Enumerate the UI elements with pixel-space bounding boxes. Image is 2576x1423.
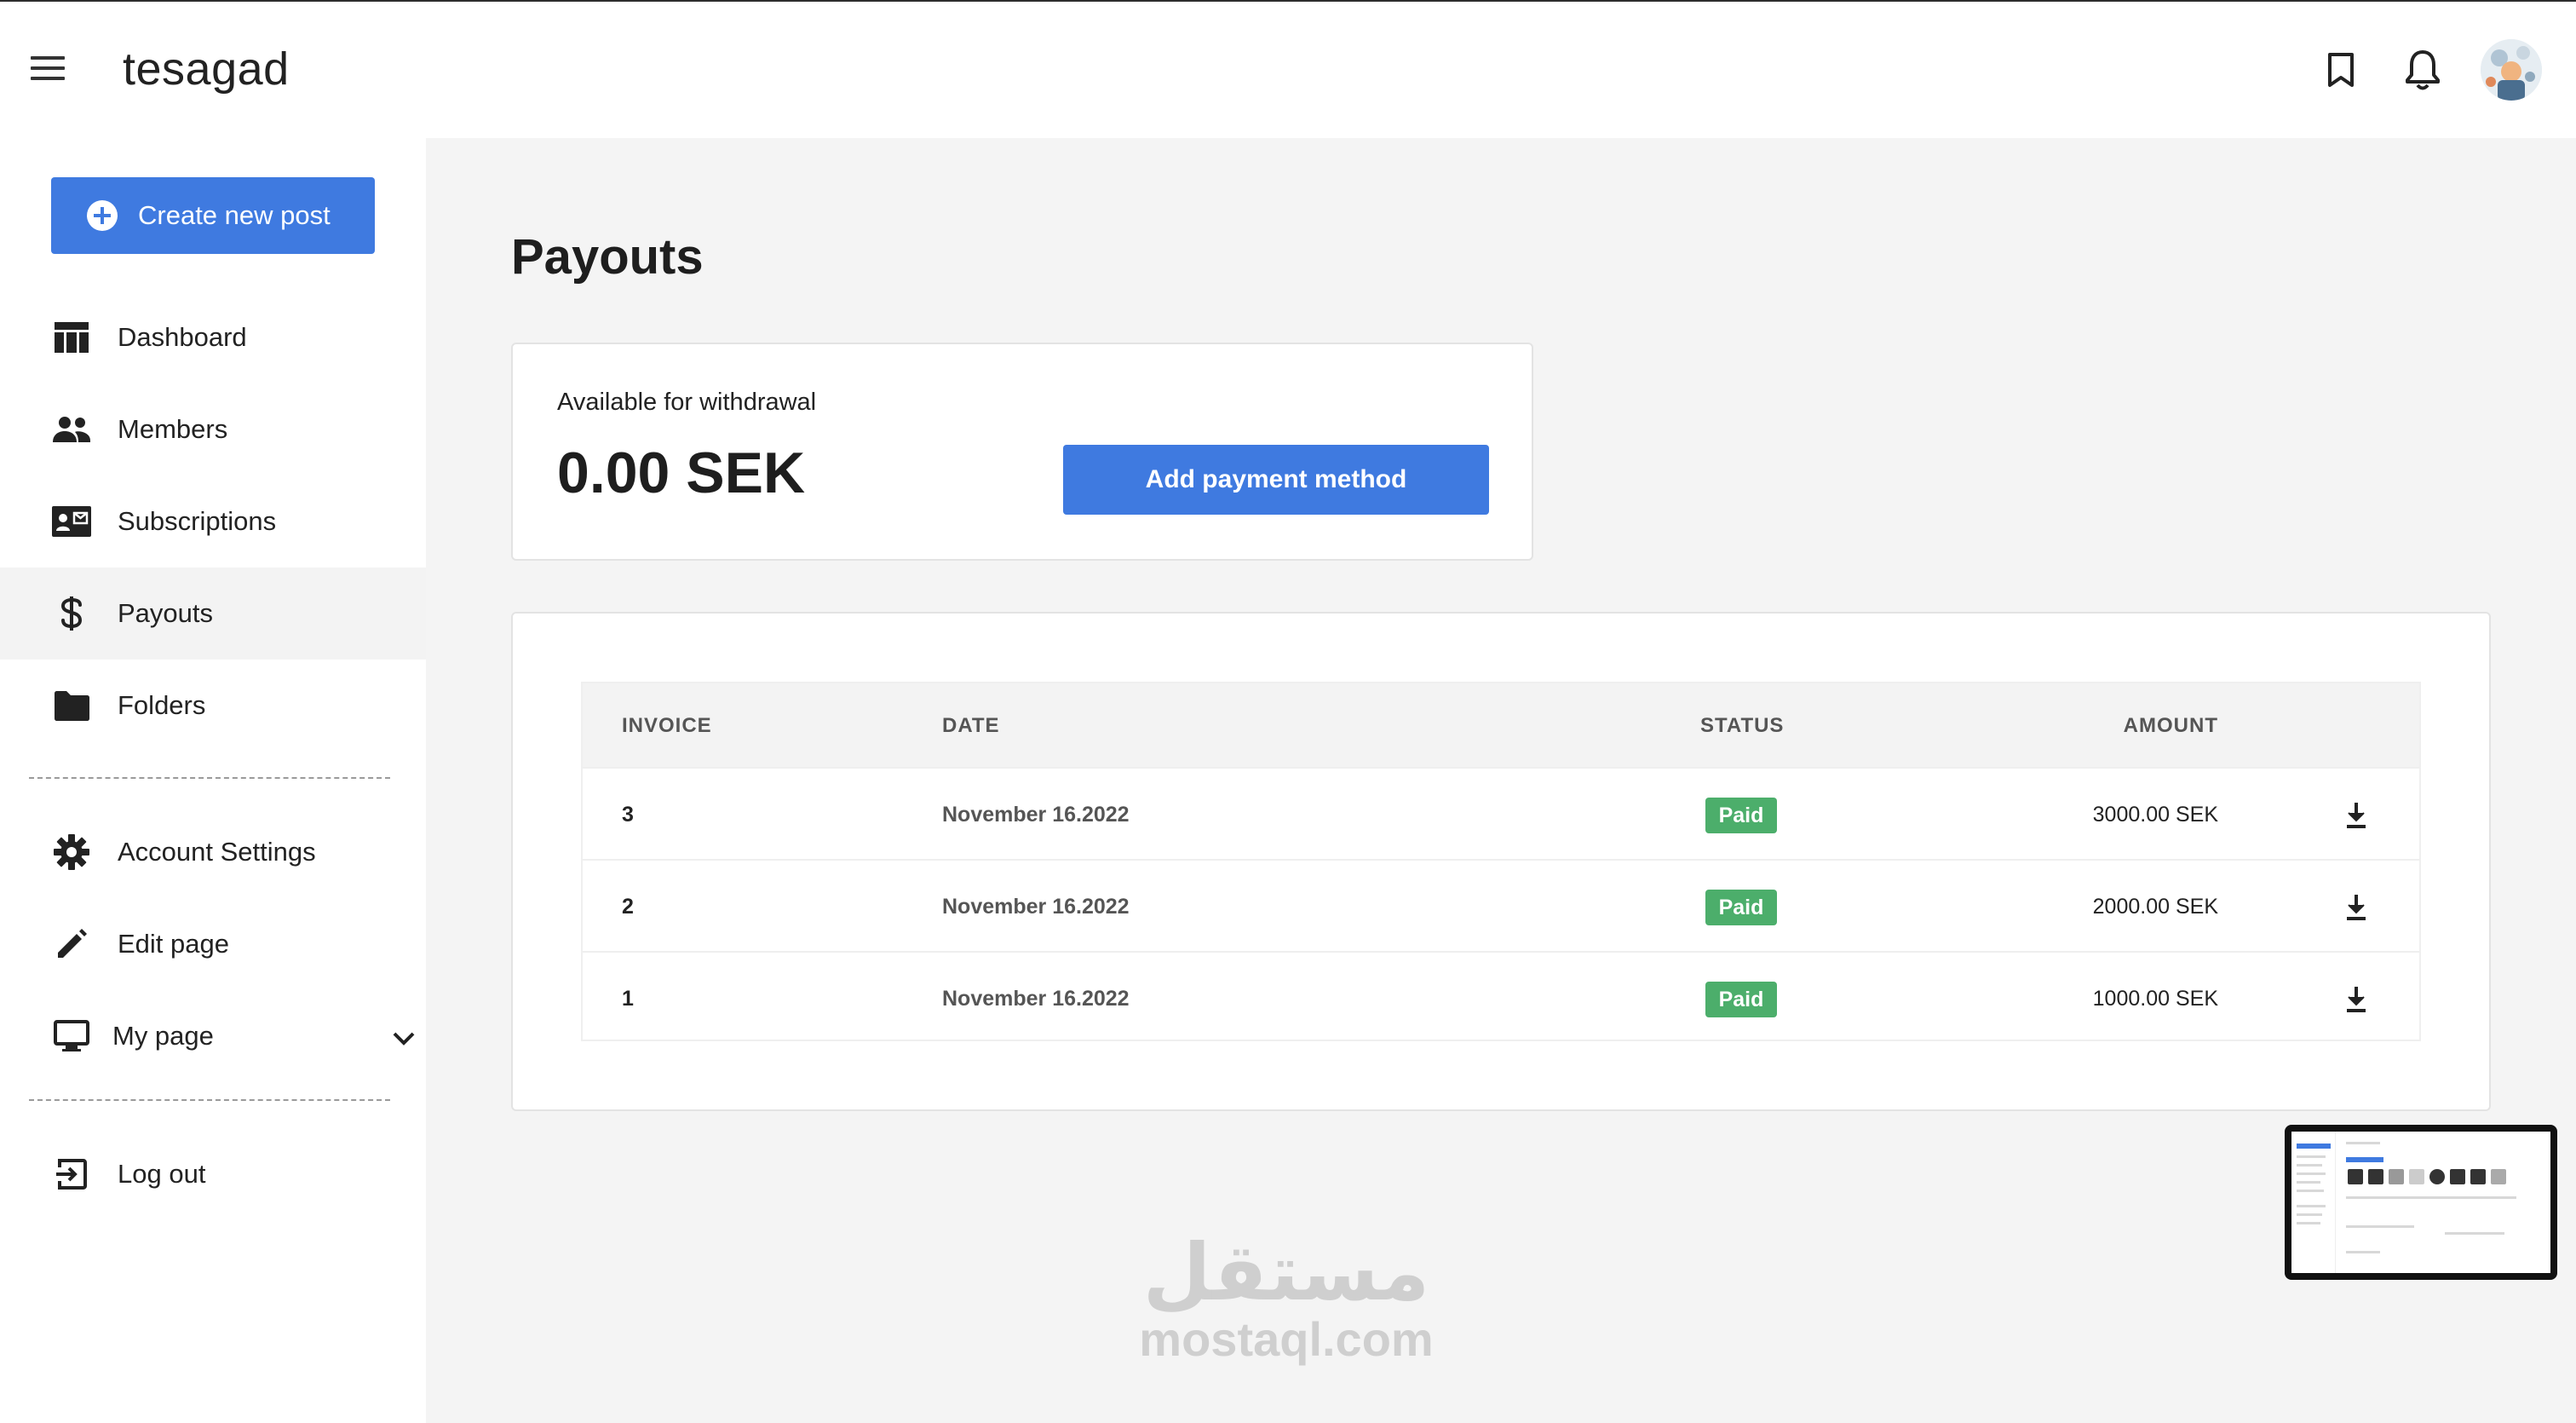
- create-new-post-label: Create new post: [138, 200, 331, 230]
- sidebar-item-payouts[interactable]: Payouts: [0, 567, 426, 660]
- invoice-date: November 16.2022: [942, 987, 1130, 1011]
- invoice-amount: 3000.00 SEK: [2092, 803, 2218, 827]
- invoice-number: 2: [622, 895, 634, 919]
- column-header-invoice: INVOICE: [622, 714, 712, 737]
- sidebar-item-subscriptions[interactable]: Subscriptions: [0, 475, 426, 567]
- column-header-status: STATUS: [1700, 714, 1785, 737]
- main-content: Payouts Available for withdrawal 0.00 SE…: [426, 138, 2576, 1423]
- pencil-icon: [51, 924, 92, 965]
- sidebar-item-edit-page[interactable]: Edit page: [0, 898, 426, 990]
- payouts-table-card: INVOICE DATE STATUS AMOUNT 3 November 16…: [511, 612, 2491, 1111]
- download-icon[interactable]: [2339, 799, 2373, 833]
- bell-icon[interactable]: [2399, 39, 2447, 101]
- watermark-latin: mostaql.com: [1139, 1312, 1434, 1366]
- page-title: Payouts: [511, 229, 704, 285]
- watermark: مستقل mostaql.com: [1124, 1232, 1448, 1365]
- monitor-icon: [51, 1016, 92, 1057]
- sidebar-item-members[interactable]: Members: [0, 383, 426, 475]
- sidebar-divider: [29, 1099, 390, 1101]
- table-header: INVOICE DATE STATUS AMOUNT: [583, 683, 2419, 767]
- invoice-number: 3: [622, 803, 634, 827]
- sidebar-item-dashboard[interactable]: Dashboard: [0, 291, 426, 383]
- status-badge: Paid: [1705, 890, 1777, 925]
- invoice-number: 1: [622, 987, 634, 1011]
- sidebar-item-label: Subscriptions: [118, 506, 277, 536]
- avatar[interactable]: [2481, 39, 2542, 101]
- column-header-amount: AMOUNT: [2123, 714, 2218, 737]
- download-icon[interactable]: [2339, 983, 2373, 1017]
- column-header-date: DATE: [942, 714, 1000, 737]
- balance-value: 0.00 SEK: [557, 441, 806, 505]
- status-badge: Paid: [1705, 798, 1777, 833]
- invoice-date: November 16.2022: [942, 803, 1130, 827]
- sidebar-item-label: Edit page: [118, 929, 229, 959]
- watermark-arabic: مستقل: [1142, 1227, 1430, 1318]
- sidebar-item-label: Dashboard: [118, 322, 247, 352]
- top-header: tesagad: [0, 2, 2576, 138]
- plus-circle-icon: [87, 200, 118, 231]
- create-new-post-button[interactable]: Create new post: [51, 177, 375, 254]
- members-icon: [51, 409, 92, 450]
- sidebar-item-label: Payouts: [118, 598, 214, 628]
- dashboard-icon: [51, 317, 92, 358]
- bookmark-icon[interactable]: [2317, 39, 2365, 101]
- balance-card: Available for withdrawal 0.00 SEK Add pa…: [511, 343, 1533, 561]
- sidebar-item-my-page[interactable]: My page: [0, 990, 426, 1082]
- add-payment-method-button[interactable]: Add payment method: [1063, 445, 1489, 515]
- invoice-date: November 16.2022: [942, 895, 1130, 919]
- menu-icon[interactable]: [31, 56, 65, 85]
- sidebar-item-label: My page: [112, 1021, 214, 1051]
- dollar-icon: [51, 593, 92, 634]
- gear-icon: [51, 832, 92, 873]
- folder-icon: [51, 685, 92, 726]
- sidebar-item-label: Account Settings: [118, 837, 316, 867]
- chevron-down-icon[interactable]: [392, 1023, 416, 1053]
- logout-icon: [51, 1154, 92, 1195]
- status-badge: Paid: [1705, 982, 1777, 1017]
- app-title: tesagad: [123, 43, 290, 95]
- table-row: 3 November 16.2022 Paid 3000.00 SEK: [583, 767, 2419, 859]
- sidebar-item-folders[interactable]: Folders: [0, 660, 426, 752]
- sidebar: Create new post Dashboard Members Subscr…: [0, 138, 426, 1423]
- sidebar-item-label: Folders: [118, 690, 206, 720]
- invoice-amount: 1000.00 SEK: [2092, 987, 2218, 1011]
- screenshot-thumbnail[interactable]: [2285, 1125, 2557, 1280]
- payouts-table: INVOICE DATE STATUS AMOUNT 3 November 16…: [581, 682, 2421, 1041]
- sidebar-divider: [29, 777, 390, 779]
- download-icon[interactable]: [2339, 891, 2373, 925]
- subscriptions-icon: [51, 501, 92, 542]
- invoice-amount: 2000.00 SEK: [2092, 895, 2218, 919]
- sidebar-item-log-out[interactable]: Log out: [0, 1128, 426, 1220]
- sidebar-item-label: Log out: [118, 1159, 206, 1189]
- sidebar-item-account-settings[interactable]: Account Settings: [0, 806, 426, 898]
- table-row: 1 November 16.2022 Paid 1000.00 SEK: [583, 951, 2419, 1043]
- thumbnail-preview-image: [2291, 1132, 2550, 1273]
- table-row: 2 November 16.2022 Paid 2000.00 SEK: [583, 859, 2419, 951]
- balance-label: Available for withdrawal: [557, 389, 817, 416]
- sidebar-item-label: Members: [118, 414, 228, 444]
